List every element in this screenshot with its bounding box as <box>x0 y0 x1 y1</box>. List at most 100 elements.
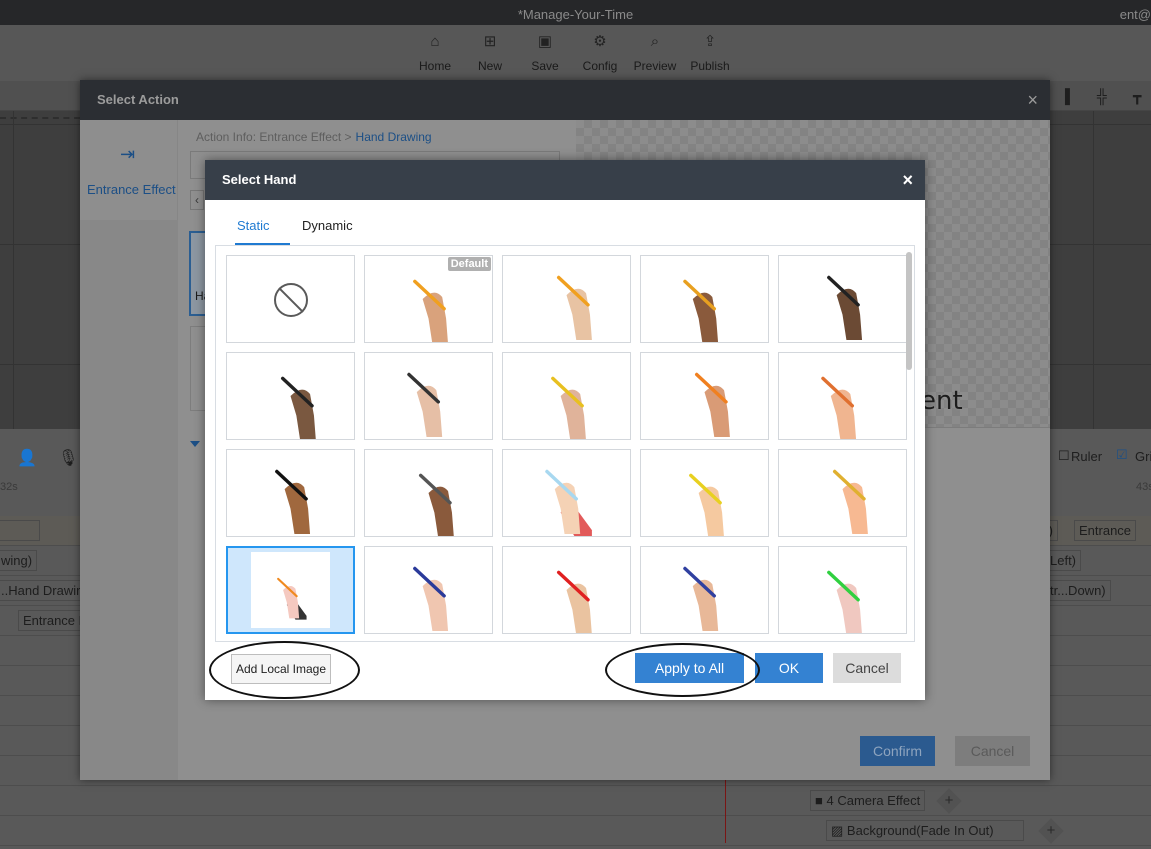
background-label: Background(Fade In Out) <box>846 823 994 838</box>
breadcrumb: Action Info: Entrance Effect > Hand Drawi… <box>196 130 432 144</box>
tile-image <box>779 353 906 441</box>
close-icon[interactable]: × <box>902 160 913 200</box>
tile-image <box>227 256 354 342</box>
hand-tile-hand-green-pen-19[interactable] <box>778 546 907 635</box>
entrance-icon: ⇥ <box>120 144 136 164</box>
hand-icon <box>689 473 725 538</box>
hand-tile-cartoon-hand-pen-12[interactable] <box>502 449 631 537</box>
close-icon[interactable]: × <box>1027 80 1038 120</box>
hand-icon <box>827 275 863 341</box>
hand-tile-hand-pencil-8[interactable] <box>640 352 769 440</box>
ruler-label: Ruler <box>1071 449 1103 464</box>
tile-image <box>779 256 906 342</box>
add-camera-button[interactable]: + <box>936 788 962 814</box>
prev-button[interactable]: ‹ <box>190 190 204 210</box>
new-button[interactable]: ⊞ New <box>464 31 516 73</box>
hand-tile-cartoon-hand-pen-15[interactable] <box>226 546 355 634</box>
align-right-icon[interactable]: ▐ <box>1060 88 1070 104</box>
add-local-image-button[interactable]: Add Local Image <box>231 654 331 684</box>
caret-down-icon[interactable] <box>190 441 200 447</box>
cancel-button[interactable]: Cancel <box>833 653 901 683</box>
track-chip[interactable] <box>0 520 40 541</box>
hand-tile-hand-marker-4[interactable] <box>778 255 907 343</box>
tile-image <box>779 547 906 635</box>
apply-to-all-button[interactable]: Apply to All <box>635 653 744 683</box>
track-chip-hand-drawing[interactable]: ..Hand Drawir <box>0 580 85 601</box>
confirm-button[interactable]: Confirm <box>860 736 935 766</box>
align-top-icon[interactable]: ┳ <box>1133 88 1141 105</box>
hand-tile-hand-pen-11[interactable] <box>364 449 493 538</box>
ruler-checkbox[interactable]: ☐ <box>1058 448 1070 464</box>
camera-effect-label: 4 Camera Effect <box>826 793 921 808</box>
hand-tile-cartoon-hand-pencil-13[interactable] <box>640 449 769 538</box>
tile-image <box>641 353 768 439</box>
tile-image <box>503 547 630 635</box>
add-background-button[interactable]: + <box>1038 818 1064 844</box>
hand-tile-hand-blue-pen-16[interactable] <box>364 546 493 634</box>
camera-effect-chip[interactable]: ■ 4 Camera Effect <box>810 790 926 811</box>
grid-checkbox[interactable]: ☑ <box>1116 447 1128 463</box>
hand-tile-hand-pencil-default[interactable]: Default <box>364 255 493 344</box>
grid-line <box>13 111 14 429</box>
tile-image <box>365 450 492 538</box>
microphone-icon[interactable]: 🎙 <box>58 448 78 468</box>
home-icon: ⌂ <box>430 33 440 50</box>
hand-icon <box>413 566 449 632</box>
publish-label: Publish <box>690 59 730 73</box>
track-chip[interactable]: tr...Down) <box>1045 580 1111 601</box>
hand-tile-hand-pen-6[interactable] <box>364 352 493 440</box>
hand-tile-hand-pencil-2[interactable] <box>502 255 631 343</box>
chevron-left-icon: ‹ <box>195 193 199 207</box>
hand-icon <box>556 275 592 341</box>
align-center-icon[interactable]: ╬ <box>1097 88 1107 104</box>
breadcrumb-prefix: Action Info: Entrance Effect > <box>196 130 352 144</box>
tab-dynamic[interactable]: Dynamic <box>302 218 353 233</box>
category-entrance-effect[interactable]: Entrance Effect <box>87 182 176 197</box>
preview-button[interactable]: ⌕ Preview <box>629 31 681 73</box>
hand-tile-hand-pencil-3[interactable] <box>640 255 769 344</box>
timeline-row: ■ 4 Camera Effect + <box>0 786 1151 816</box>
new-label: New <box>477 59 502 73</box>
default-badge: Default <box>447 257 491 271</box>
hand-grid: Default <box>215 245 915 642</box>
ok-button[interactable]: OK <box>755 653 823 683</box>
track-chip-entrance[interactable]: Entrance <box>1074 520 1137 541</box>
cancel-button[interactable]: Cancel <box>955 736 1030 766</box>
hand-tile-hand-blue-pen-18[interactable] <box>640 546 769 634</box>
dialog-title: Select Hand <box>222 172 297 187</box>
config-button[interactable]: ⚙ Config <box>574 31 626 73</box>
publish-button[interactable]: ⇪ Publish <box>684 31 736 73</box>
tile-image <box>503 353 630 441</box>
time-label: 43s <box>1136 481 1151 493</box>
hand-tile-hand-red-pen-17[interactable] <box>502 546 631 635</box>
action-category-list: ⇥ Entrance Effect <box>80 120 178 780</box>
track-chip[interactable]: wing) <box>0 550 38 571</box>
hand-icon <box>683 279 719 344</box>
tile-image <box>227 450 354 536</box>
save-label: Save <box>531 59 559 73</box>
scrollbar[interactable] <box>906 252 912 370</box>
track-chip[interactable]: Left) <box>1045 550 1082 571</box>
hand-icon <box>418 473 454 538</box>
dialog-title: Select Action <box>97 92 179 107</box>
timeline-row: ▨ Background(Fade In Out) + <box>0 816 1151 846</box>
home-button[interactable]: ⌂ Home <box>409 31 461 73</box>
hand-tile-hand-pencil-7[interactable] <box>502 352 631 441</box>
plus-icon: + <box>944 792 954 809</box>
preview-label: Preview <box>633 59 677 73</box>
breadcrumb-current[interactable]: Hand Drawing <box>356 130 432 144</box>
hand-tile-none[interactable] <box>226 255 355 343</box>
tile-image <box>365 547 492 633</box>
tab-static[interactable]: Static <box>237 218 270 233</box>
plus-icon: + <box>1046 822 1056 839</box>
hand-tile-hand-pencil-9[interactable] <box>778 352 907 441</box>
playhead[interactable] <box>725 780 726 843</box>
tile-image <box>251 552 330 628</box>
save-button[interactable]: ▣ Save <box>519 31 571 73</box>
home-label: Home <box>418 59 451 73</box>
hand-tile-hand-marker-10[interactable] <box>226 449 355 537</box>
hand-tile-hand-marker-5[interactable] <box>226 352 355 441</box>
background-chip[interactable]: ▨ Background(Fade In Out) <box>826 820 1024 841</box>
hand-tile-cartoon-hand-pencil-14[interactable] <box>778 449 907 537</box>
user-icon[interactable]: 👤 <box>17 448 37 468</box>
